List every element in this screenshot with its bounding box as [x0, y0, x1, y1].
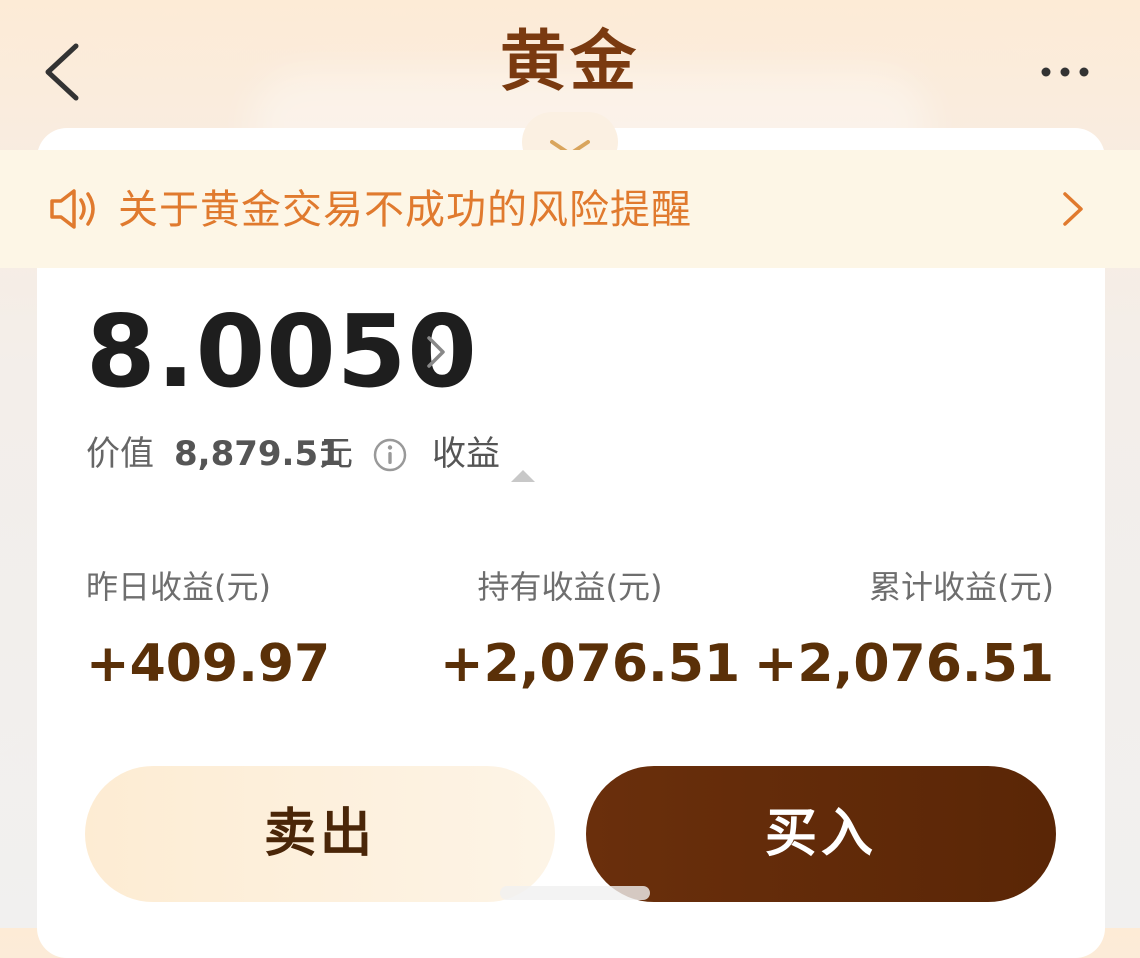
buy-button[interactable]: 买入 [586, 766, 1056, 902]
chevron-right-icon[interactable] [425, 334, 447, 370]
yesterday-profit-value: +409.97 [86, 634, 331, 694]
value-unit: 元 [319, 434, 353, 474]
sell-button[interactable]: 卖出 [85, 766, 555, 902]
info-icon[interactable] [372, 436, 408, 472]
caret-up-icon [510, 446, 536, 482]
total-profit: 累计收益(元) +2,076.51 [754, 562, 1054, 702]
chevron-right-icon[interactable] [1060, 190, 1086, 228]
holding-profit-value: +2,076.51 [440, 634, 741, 694]
holding-profit-label: 持有收益(元) [477, 568, 663, 606]
yesterday-profit: 昨日收益(元) +409.97 [86, 562, 330, 702]
value-label: 价值 [86, 434, 154, 474]
page-title: 黄金 [500, 23, 640, 100]
speaker-icon [48, 186, 98, 232]
total-profit-value: +2,076.51 [753, 634, 1054, 694]
total-profit-label: 累计收益(元) [869, 568, 1054, 606]
profit-toggle[interactable]: 收益 [432, 428, 535, 482]
risk-notice-text[interactable]: 关于黄金交易不成功的风险提醒 [118, 180, 692, 240]
holding-profit: 持有收益(元) +2,076.51 [440, 562, 741, 702]
more-dots-icon[interactable] [1038, 55, 1094, 89]
home-indicator [500, 886, 650, 900]
value-amount: 8,879.51 [174, 434, 342, 474]
yesterday-profit-label: 昨日收益(元) [86, 568, 271, 606]
profit-toggle-label: 收益 [432, 434, 500, 474]
holding-amount[interactable]: 8.0050 [86, 292, 478, 412]
